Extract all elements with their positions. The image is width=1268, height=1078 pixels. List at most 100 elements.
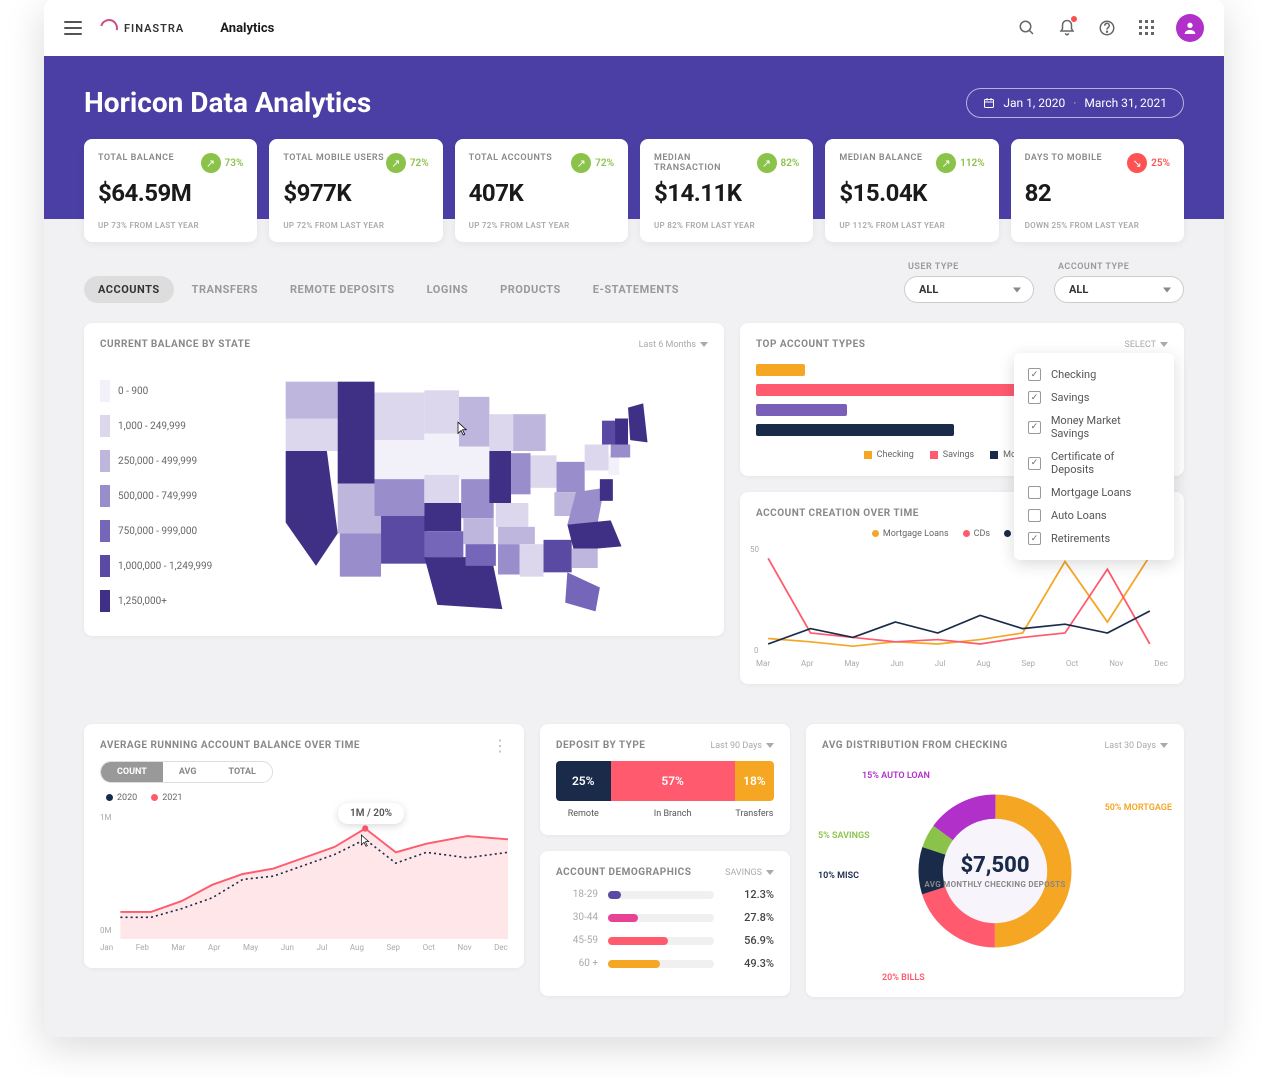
kpi-card: TOTAL ACCOUNTS ↗ 72% 407K UP 72% FROM LA… bbox=[455, 139, 628, 242]
top-types-select[interactable]: SELECT bbox=[1124, 340, 1168, 350]
date-from: Jan 1, 2020 bbox=[1003, 96, 1065, 110]
kpi-value: 82 bbox=[1025, 179, 1170, 207]
stacked-segment: 57% bbox=[611, 761, 735, 801]
chart-tooltip: 1M / 20% bbox=[338, 803, 404, 824]
brand-logo-icon bbox=[97, 16, 122, 41]
donut-center-sub: AVG MONTHLY CHECKING DEPOSTS bbox=[924, 880, 1065, 889]
kpi-foot: UP 72% FROM LAST YEAR bbox=[469, 221, 614, 230]
us-map[interactable] bbox=[232, 360, 708, 620]
kpi-pct: 112% bbox=[960, 158, 985, 169]
filter-label: USER TYPE bbox=[904, 262, 1034, 272]
legend-item: Savings bbox=[930, 450, 974, 460]
trend-up-icon: ↗ bbox=[571, 153, 591, 173]
cursor-icon bbox=[452, 420, 470, 438]
kpi-foot: UP 82% FROM LAST YEAR bbox=[654, 221, 799, 230]
filter-account-type: ACCOUNT TYPE ALL bbox=[1054, 262, 1184, 303]
kpi-label: DAYS TO MOBILE bbox=[1025, 153, 1102, 163]
kpi-value: $14.11K bbox=[654, 179, 799, 207]
dropdown-option[interactable]: ✓Savings bbox=[1014, 386, 1174, 409]
map-legend: 0 - 9001,000 - 249,999250,000 - 499,9995… bbox=[100, 360, 212, 612]
tab-accounts[interactable]: ACCOUNTS bbox=[84, 276, 174, 303]
kpi-pct: 82% bbox=[781, 158, 800, 169]
card-title: AVG DISTRIBUTION FROM CHECKING bbox=[822, 740, 1008, 751]
notification-dot-icon bbox=[1071, 16, 1077, 22]
kpi-card: DAYS TO MOBILE ↘ 25% 82 DOWN 25% FROM LA… bbox=[1011, 139, 1184, 242]
trend-up-icon: ↗ bbox=[936, 153, 956, 173]
demo-row: 30-44 27.8% bbox=[556, 911, 774, 924]
dropdown-option[interactable]: ✓Certificate of Deposits bbox=[1014, 445, 1174, 481]
demo-row: 45-59 56.9% bbox=[556, 934, 774, 947]
legend-item: 2020 bbox=[106, 793, 137, 803]
tabs: ACCOUNTSTRANSFERSREMOTE DEPOSITSLOGINSPR… bbox=[84, 276, 693, 303]
deposit-range-select[interactable]: Last 90 Days bbox=[710, 741, 774, 751]
legend-item: CDs bbox=[963, 529, 990, 539]
legend-item: 750,000 - 999,000 bbox=[100, 520, 212, 542]
apps-icon[interactable] bbox=[1136, 17, 1158, 39]
card-distribution-checking: AVG DISTRIBUTION FROM CHECKING Last 30 D… bbox=[806, 724, 1184, 997]
cursor-icon bbox=[356, 833, 372, 849]
kpi-value: 407K bbox=[469, 179, 614, 207]
brand: FINASTRA bbox=[100, 19, 184, 37]
kpi-pct: 73% bbox=[225, 158, 244, 169]
map-range-select[interactable]: Last 6 Months bbox=[639, 340, 708, 350]
card-top-account-types: TOP ACCOUNT TYPES SELECT CheckingSavings… bbox=[740, 323, 1184, 476]
notifications-icon[interactable] bbox=[1056, 17, 1078, 39]
dropdown-option[interactable]: ✓Checking bbox=[1014, 363, 1174, 386]
demographics-select[interactable]: SAVINGS bbox=[725, 868, 774, 878]
segment-control: COUNTAVGTOTAL bbox=[100, 761, 273, 783]
kpi-pct: 25% bbox=[1151, 158, 1170, 169]
kpi-card: TOTAL MOBILE USERS ↗ 72% $977K UP 72% FR… bbox=[269, 139, 442, 242]
demo-row: 18-29 12.3% bbox=[556, 888, 774, 901]
card-title: CURRENT BALANCE BY STATE bbox=[100, 339, 251, 350]
card-title: ACCOUNT DEMOGRAPHICS bbox=[556, 867, 691, 878]
segment-count[interactable]: COUNT bbox=[101, 762, 163, 782]
segment-avg[interactable]: AVG bbox=[163, 762, 213, 782]
stacked-label: Remote bbox=[556, 809, 611, 819]
dropdown-option[interactable]: ✓Money Market Savings bbox=[1014, 409, 1174, 445]
legend-item: 1,250,000+ bbox=[100, 590, 212, 612]
stacked-bar: 25%57%18% bbox=[556, 761, 774, 801]
dropdown-option[interactable]: Mortgage Loans bbox=[1014, 481, 1174, 504]
donut-range-select[interactable]: Last 30 Days bbox=[1104, 741, 1168, 751]
avatar[interactable] bbox=[1176, 14, 1204, 42]
stacked-label: In Branch bbox=[611, 809, 735, 819]
tab-transfers[interactable]: TRANSFERS bbox=[178, 276, 272, 303]
filter-label: ACCOUNT TYPE bbox=[1054, 262, 1184, 272]
trend-up-icon: ↗ bbox=[386, 153, 406, 173]
legend-item: 1,000 - 249,999 bbox=[100, 415, 212, 437]
user-type-select[interactable]: ALL bbox=[904, 276, 1034, 303]
donut-chart: $7,500 AVG MONTHLY CHECKING DEPOSTS 50% … bbox=[822, 761, 1168, 981]
creation-chart: 50 0 bbox=[756, 545, 1168, 655]
legend-item: 250,000 - 499,999 bbox=[100, 450, 212, 472]
kpi-card: MEDIAN TRANSACTION ↗ 82% $14.11K UP 82% … bbox=[640, 139, 813, 242]
running-chart: 1M 0M 1M / 20% bbox=[100, 809, 508, 939]
kpi-label: TOTAL ACCOUNTS bbox=[469, 153, 553, 163]
tab-e-statements[interactable]: E-STATEMENTS bbox=[579, 276, 693, 303]
tab-logins[interactable]: LOGINS bbox=[413, 276, 482, 303]
help-icon[interactable] bbox=[1096, 17, 1118, 39]
calendar-icon bbox=[983, 97, 995, 109]
date-to: March 31, 2021 bbox=[1084, 96, 1167, 110]
donut-center-value: $7,500 bbox=[924, 853, 1065, 878]
more-icon[interactable]: ⋮ bbox=[492, 742, 508, 750]
kpi-row: TOTAL BALANCE ↗ 73% $64.59M UP 73% FROM … bbox=[84, 139, 1184, 242]
card-deposit-by-type: DEPOSIT BY TYPE Last 90 Days 25%57%18% R… bbox=[540, 724, 790, 835]
date-range-picker[interactable]: Jan 1, 2020 · March 31, 2021 bbox=[966, 88, 1184, 118]
segment-total[interactable]: TOTAL bbox=[212, 762, 271, 782]
legend-item: 2021 bbox=[151, 793, 182, 803]
tab-remote deposits[interactable]: REMOTE DEPOSITS bbox=[276, 276, 409, 303]
menu-icon[interactable] bbox=[64, 21, 82, 35]
kpi-pct: 72% bbox=[410, 158, 429, 169]
type-bar bbox=[756, 424, 954, 436]
dropdown-option[interactable]: ✓Retirements bbox=[1014, 527, 1174, 550]
tab-products[interactable]: PRODUCTS bbox=[486, 276, 575, 303]
kpi-label: MEDIAN TRANSACTION bbox=[654, 153, 757, 173]
kpi-value: $15.04K bbox=[839, 179, 984, 207]
kpi-label: TOTAL MOBILE USERS bbox=[283, 153, 384, 163]
kpi-card: MEDIAN BALANCE ↗ 112% $15.04K UP 112% FR… bbox=[825, 139, 998, 242]
dropdown-option[interactable]: Auto Loans bbox=[1014, 504, 1174, 527]
search-icon[interactable] bbox=[1016, 17, 1038, 39]
brand-name: FINASTRA bbox=[124, 22, 184, 35]
kpi-foot: DOWN 25% FROM LAST YEAR bbox=[1025, 221, 1170, 230]
account-type-select[interactable]: ALL bbox=[1054, 276, 1184, 303]
